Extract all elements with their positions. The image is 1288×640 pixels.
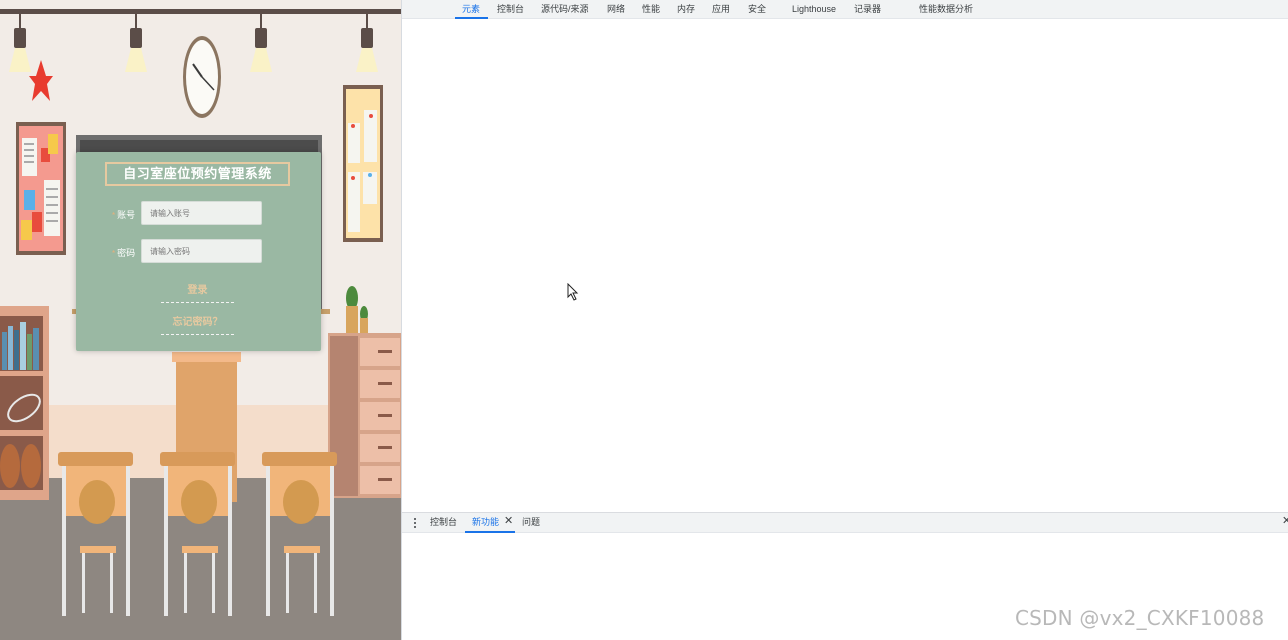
tab-memory[interactable]: 内存	[677, 0, 695, 19]
drawer-tab-console[interactable]: 控制台	[430, 513, 457, 533]
tab-performance[interactable]: 性能	[642, 0, 660, 19]
mouse-pointer-icon	[567, 283, 579, 301]
login-button[interactable]: 登录	[161, 283, 234, 303]
login-form: 自习室座位预约管理系统 *账号 *密码 登录 忘记密码？	[76, 152, 321, 351]
active-tab-indicator	[465, 531, 515, 533]
password-input[interactable]	[141, 239, 262, 263]
tab-application[interactable]: 应用	[712, 0, 730, 19]
account-input[interactable]	[141, 201, 262, 225]
page-title: 自习室座位预约管理系统	[105, 162, 290, 186]
drawer-tab-issues[interactable]: 问题	[522, 513, 540, 533]
tab-performance-insights[interactable]: 性能数据分析	[919, 0, 973, 19]
account-label: * 账号	[112, 208, 135, 221]
tab-recorder[interactable]: 记录器	[854, 0, 881, 19]
required-marker: *	[112, 249, 116, 258]
watermark: CSDN @vx2_CXKF10088	[1015, 606, 1265, 630]
more-options-icon[interactable]	[411, 516, 419, 530]
account-label-text: 账号	[117, 210, 136, 220]
clock-icon	[183, 36, 221, 118]
tab-elements[interactable]: 元素	[454, 0, 489, 19]
drawer-tab-bar: 控制台 新功能 ✕ 问题 ✕	[402, 512, 1288, 533]
cabinet	[328, 333, 402, 498]
tab-security[interactable]: 安全	[748, 0, 766, 19]
password-label: * 密码	[112, 246, 135, 259]
drawer-tab-whats-new[interactable]: 新功能	[472, 513, 499, 533]
password-label-text: 密码	[117, 248, 136, 258]
tab-sources[interactable]: 源代码/来源	[541, 0, 589, 19]
tab-console[interactable]: 控制台	[497, 0, 524, 19]
screen: 自习室座位预约管理系统 *账号 *密码 登录 忘记密码？ 元素 控制台 源代码/…	[0, 0, 1288, 640]
close-icon[interactable]: ✕	[504, 514, 513, 527]
bulletin-board-left	[16, 122, 66, 255]
forgot-password-link[interactable]: 忘记密码？	[161, 315, 234, 335]
close-drawer-icon[interactable]: ✕	[1282, 514, 1288, 527]
bulletin-board-right	[343, 85, 383, 242]
tab-network[interactable]: 网络	[607, 0, 625, 19]
bookshelf	[0, 306, 49, 500]
login-page: 自习室座位预约管理系统 *账号 *密码 登录 忘记密码？	[0, 0, 402, 640]
tab-lighthouse[interactable]: Lighthouse	[792, 0, 836, 19]
required-marker: *	[112, 211, 116, 220]
devtools-panel: 元素 控制台 源代码/来源 网络 性能 内存 应用 安全 Lighthouse …	[402, 0, 1288, 640]
devtools-tab-bar: 元素 控制台 源代码/来源 网络 性能 内存 应用 安全 Lighthouse …	[402, 0, 1288, 19]
